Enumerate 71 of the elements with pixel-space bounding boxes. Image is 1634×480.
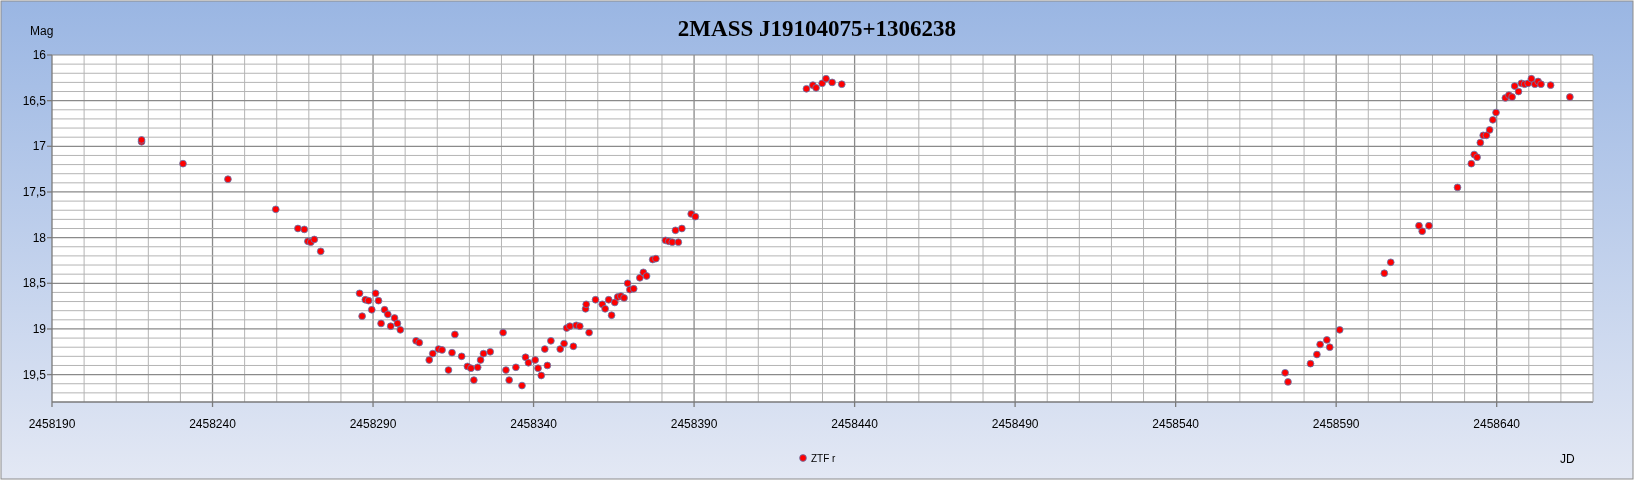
y-tick-label: 19,5	[22, 367, 46, 382]
data-point	[415, 338, 424, 347]
data-point	[1514, 87, 1523, 96]
y-tick-label: 16,5	[22, 93, 46, 108]
data-point	[1380, 269, 1389, 278]
data-point	[179, 159, 187, 168]
data-point	[521, 353, 530, 362]
data-point	[1527, 74, 1536, 83]
data-point	[629, 284, 638, 293]
data-point	[457, 352, 466, 361]
data-point	[502, 366, 510, 374]
data-point	[837, 80, 846, 89]
data-point	[623, 279, 632, 288]
y-axis-title: Mag	[30, 24, 54, 38]
x-tick-label: 2458240	[189, 417, 236, 431]
data-point	[444, 366, 453, 374]
data-point	[364, 296, 373, 305]
data-point	[355, 289, 364, 298]
data-point	[393, 319, 402, 328]
data-point	[470, 376, 478, 384]
data-point	[271, 205, 280, 214]
data-point	[1453, 183, 1462, 192]
data-point	[505, 376, 513, 384]
data-point	[499, 328, 507, 337]
x-tick-label: 2458540	[1152, 417, 1199, 431]
data-point	[604, 295, 613, 304]
data-point	[428, 349, 437, 358]
data-point	[524, 358, 533, 367]
data-point	[316, 247, 325, 256]
data-point	[537, 371, 546, 380]
data-point	[374, 296, 383, 305]
x-axis-title: JD	[1560, 452, 1575, 466]
data-point	[1467, 159, 1476, 168]
x-tick-label: 2458340	[510, 417, 557, 431]
data-point	[598, 300, 607, 309]
y-tick-label: 18	[32, 230, 46, 245]
y-tick-label: 18,5	[22, 276, 46, 291]
data-point	[310, 235, 319, 244]
y-tick-label: 17,5	[22, 184, 46, 199]
data-point	[479, 349, 488, 358]
x-tick-label: 2458640	[1473, 417, 1521, 431]
data-point	[451, 330, 459, 339]
data-point	[473, 363, 482, 372]
data-point	[371, 289, 380, 298]
x-tick-label: 2458390	[670, 417, 718, 431]
data-point	[518, 381, 526, 390]
x-tick-label: 2458190	[28, 417, 76, 431]
data-point	[367, 305, 376, 314]
x-tick-label: 2458590	[1312, 417, 1360, 431]
data-point	[1386, 258, 1395, 267]
x-tick-label: 2458440	[831, 417, 878, 431]
y-tick-label: 19	[32, 321, 46, 336]
data-point	[569, 342, 578, 351]
data-point	[1306, 359, 1315, 368]
y-tick-label: 17	[32, 139, 46, 154]
data-point	[691, 212, 700, 221]
data-point	[671, 226, 680, 235]
data-point	[591, 295, 600, 304]
chart-title: 2MASS J19104075+1306238	[677, 16, 957, 41]
x-tick-label: 2458290	[349, 417, 397, 431]
data-point	[224, 175, 232, 183]
legend-label: ZTF r	[811, 453, 836, 464]
data-point	[1482, 131, 1491, 140]
data-point	[1335, 326, 1344, 334]
data-point	[543, 361, 552, 370]
data-point	[300, 225, 309, 234]
y-tick-label: 16	[32, 48, 46, 62]
x-tick-label: 2458490	[991, 417, 1039, 431]
data-point	[1566, 93, 1574, 101]
data-point	[607, 311, 616, 320]
data-point	[1476, 138, 1485, 147]
